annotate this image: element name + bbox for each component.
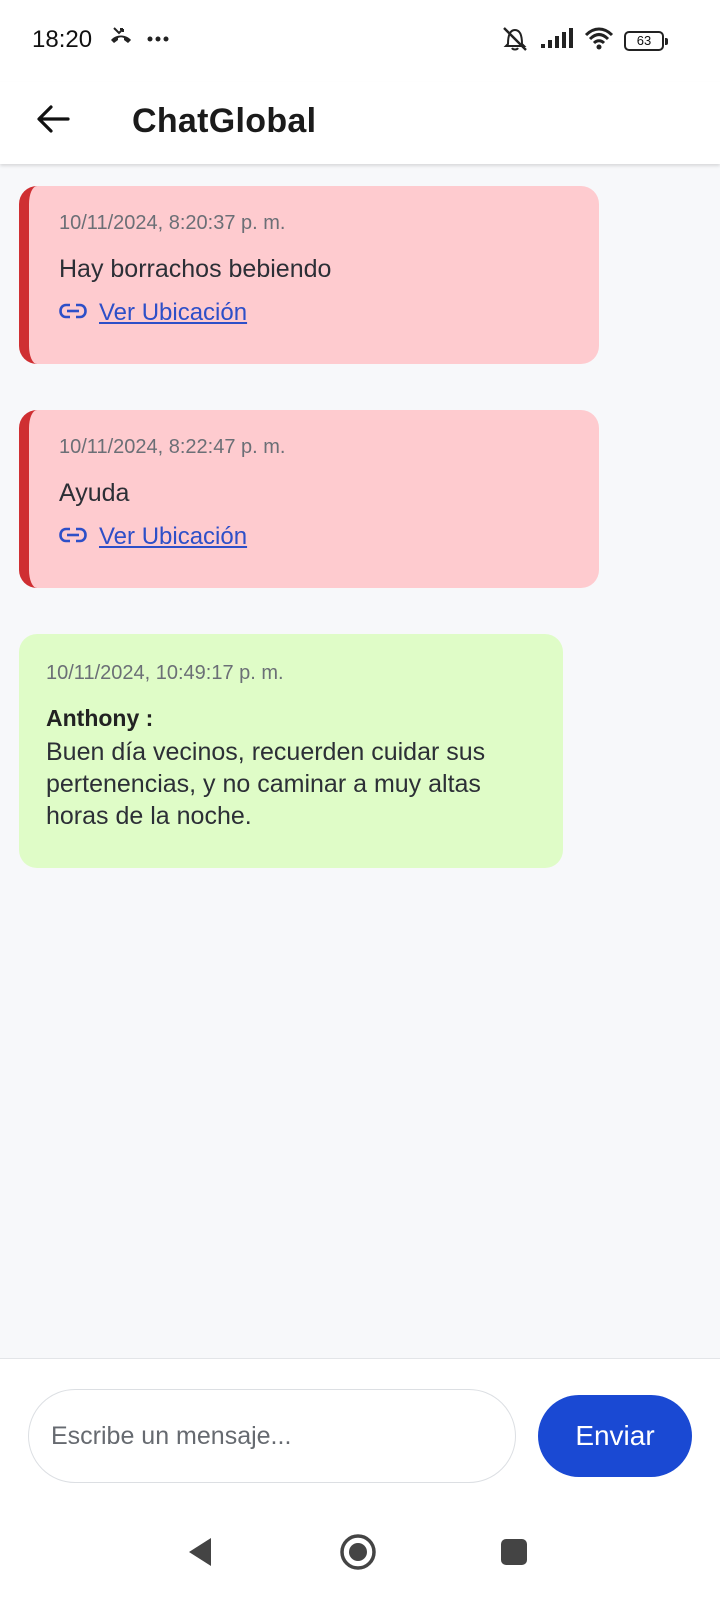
battery-icon: 63 bbox=[624, 30, 668, 51]
send-button[interactable]: Enviar bbox=[538, 1395, 692, 1477]
composer: Enviar bbox=[0, 1358, 720, 1509]
wifi-icon bbox=[584, 26, 614, 55]
message-timestamp: 10/11/2024, 10:49:17 p. m. bbox=[46, 662, 284, 684]
vibrate-off-icon bbox=[500, 24, 530, 57]
nav-recents-button[interactable] bbox=[490, 1530, 538, 1578]
more-dots-icon bbox=[146, 30, 170, 48]
view-location-link[interactable]: Ver Ubicación bbox=[59, 299, 599, 327]
view-location-label[interactable]: Ver Ubicación bbox=[99, 523, 247, 551]
system-nav-bar bbox=[0, 1508, 720, 1600]
nav-home-button[interactable] bbox=[334, 1530, 382, 1578]
message-timestamp: 10/11/2024, 8:22:47 p. m. bbox=[59, 436, 286, 458]
message-sender: Anthony : bbox=[46, 705, 154, 731]
link-icon bbox=[59, 527, 87, 548]
message-text: Hay borrachos bebiendo bbox=[59, 255, 332, 283]
status-time: 18:20 bbox=[32, 26, 93, 53]
signal-icon bbox=[540, 26, 574, 55]
missed-call-icon bbox=[108, 24, 134, 53]
status-left-icons bbox=[108, 24, 170, 53]
nav-back-button[interactable] bbox=[176, 1530, 224, 1578]
chat-message: 10/11/2024, 10:49:17 p. m. Anthony : Bue… bbox=[19, 634, 563, 868]
view-location-label[interactable]: Ver Ubicación bbox=[99, 299, 247, 327]
alert-message: 10/11/2024, 8:20:37 p. m. Hay borrachos … bbox=[19, 186, 599, 364]
nav-back-icon bbox=[185, 1536, 215, 1573]
status-right-icons: 63 bbox=[500, 24, 668, 57]
alert-message: 10/11/2024, 8:22:47 p. m. Ayuda Ver Ubic… bbox=[19, 410, 599, 588]
nav-home-icon bbox=[339, 1533, 377, 1576]
view-location-link[interactable]: Ver Ubicación bbox=[59, 523, 599, 551]
status-bar: 18:20 63 bbox=[0, 0, 720, 82]
back-button[interactable] bbox=[28, 96, 78, 146]
message-input[interactable] bbox=[28, 1389, 516, 1483]
page-title: ChatGlobal bbox=[132, 102, 317, 140]
message-text: Buen día vecinos, recuerden cuidar sus p… bbox=[46, 738, 486, 830]
app-bar: ChatGlobal bbox=[0, 82, 720, 164]
message-text: Ayuda bbox=[59, 479, 130, 507]
battery-level: 63 bbox=[636, 33, 652, 48]
message-timestamp: 10/11/2024, 8:20:37 p. m. bbox=[59, 212, 286, 234]
arrow-left-icon bbox=[36, 104, 70, 139]
nav-recents-icon bbox=[500, 1538, 528, 1571]
link-icon bbox=[59, 303, 87, 324]
